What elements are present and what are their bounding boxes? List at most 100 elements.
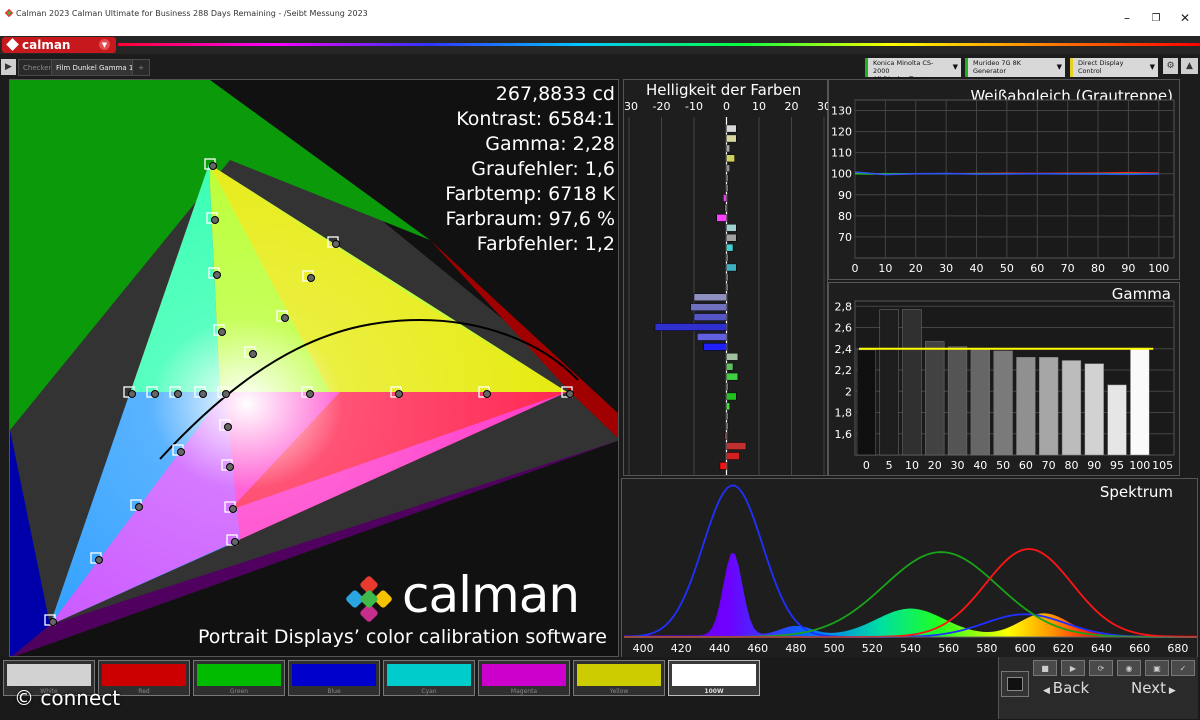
x-tick-label: 660 — [1129, 642, 1150, 655]
gamma-bar — [1107, 384, 1127, 456]
y-tick-label: 2,6 — [835, 322, 853, 335]
x-tick-label: 60 — [1030, 262, 1044, 275]
close-button[interactable]: ✕ — [1170, 6, 1200, 30]
calman-logo-icon — [346, 576, 392, 622]
y-tick-label: 2 — [845, 385, 852, 398]
y-tick-label: 1,6 — [835, 428, 853, 441]
swatch-green[interactable]: Green — [193, 660, 285, 696]
x-tick-label: 520 — [862, 642, 883, 655]
gamma-panel: Gamma 1,6 1,8 2 2,2 2,4 2,6 2,8 0 5 10 20 30 40 50 60 7… — [828, 282, 1180, 476]
y-tick-label: 2,8 — [835, 300, 853, 313]
luminance-bar — [724, 204, 727, 212]
gamma-bar — [1016, 357, 1036, 456]
device-generator[interactable]: Murideo 7G 8K Generator ▼ — [965, 58, 1065, 77]
x-tick-label: 50 — [996, 459, 1010, 472]
luminance-bar — [654, 323, 727, 331]
x-tick-label: 580 — [976, 642, 997, 655]
chevron-down-icon[interactable]: ▼ — [99, 39, 110, 50]
luminance-bar — [726, 154, 735, 163]
gamma-bar — [856, 349, 877, 456]
swatch-cyan[interactable]: Cyan — [383, 660, 475, 696]
luminance-bar — [726, 452, 740, 460]
measured-point — [211, 216, 219, 224]
swatch-label: Yellow — [609, 688, 629, 695]
white-balance-panel: Weißabgleich (Grautreppe) 70 80 90 100 110 12… — [828, 79, 1180, 280]
y-tick-label: 2,2 — [835, 364, 853, 377]
luminance-bar — [693, 293, 727, 302]
tab-active[interactable]: Film Dunkel Gamma 1 — [51, 59, 139, 76]
display-icon[interactable] — [1001, 671, 1029, 697]
luminance-bar — [726, 174, 729, 183]
swatch-magenta[interactable]: Magenta — [478, 660, 570, 696]
x-tick-label: 460 — [747, 642, 768, 655]
cie-diagram: 267,8833 cd Kontrast: 6584:1 Gamma: 2,28… — [9, 79, 619, 657]
x-tick-label: 0 — [852, 262, 859, 275]
swatch-blue[interactable]: Blue — [288, 660, 380, 696]
device-display-name: Direct Display Control — [1078, 59, 1124, 75]
y-tick-label: 130 — [831, 105, 852, 118]
device-meter[interactable]: Konica Minolta CS-2000All Display Types▼ — [865, 58, 961, 83]
calman-menu-button[interactable]: calman ▼ — [2, 37, 116, 53]
luminance-bar — [726, 273, 729, 282]
stop-icon[interactable]: ■ — [1033, 660, 1057, 676]
save-icon[interactable]: ▣ — [1145, 660, 1169, 676]
gamma-bar — [902, 309, 922, 456]
x-tick-label: 20 — [785, 100, 799, 113]
record-icon[interactable]: ◉ — [1117, 660, 1141, 676]
minimize-button[interactable]: – — [1112, 6, 1142, 30]
x-tick-label: 600 — [1015, 642, 1036, 655]
measured-point — [307, 274, 315, 282]
measured-point — [213, 271, 221, 279]
luminance-bar — [726, 402, 730, 411]
swatch-label: Blue — [327, 688, 341, 695]
swatch-label: 100W — [704, 688, 724, 695]
tab-bar: ▶ Checker Film Dunkel Gamma 1 + Konica M… — [0, 56, 1200, 83]
luminance-bar — [726, 412, 729, 421]
luminance-bar — [690, 303, 727, 312]
calman-logo-icon — [6, 38, 19, 51]
back-button[interactable]: ◀ Back — [1043, 679, 1089, 697]
chevron-down-icon[interactable]: ▼ — [953, 63, 958, 71]
y-tick-label: 70 — [838, 231, 852, 244]
ribbon: calman ▼ — [0, 36, 1200, 54]
next-button[interactable]: Next ▶ — [1131, 679, 1176, 697]
x-tick-label: 40 — [970, 262, 984, 275]
loop-icon[interactable]: ⟳ — [1089, 660, 1113, 676]
luminance-bar — [719, 462, 727, 470]
up-arrow-icon[interactable]: ▲ — [1181, 58, 1198, 74]
logo-text: calman — [22, 38, 71, 52]
restore-button[interactable]: ❐ — [1141, 6, 1171, 30]
check-icon[interactable]: ✓ — [1171, 660, 1195, 676]
x-tick-label: 400 — [633, 642, 654, 655]
x-tick-label: 60 — [1019, 459, 1033, 472]
luminance-bar — [716, 214, 727, 222]
y-tick-label: 100 — [831, 168, 852, 181]
device-display[interactable]: Direct Display Control ▼ — [1070, 58, 1158, 77]
x-tick-label: -20 — [653, 100, 671, 113]
x-tick-label: 20 — [909, 262, 923, 275]
play-arrow-icon[interactable]: ▶ — [1, 59, 16, 75]
x-tick-label: 480 — [785, 642, 806, 655]
play-icon[interactable]: ▶ — [1061, 660, 1085, 676]
add-tab-button[interactable]: + — [132, 59, 150, 76]
x-tick-label: 0 — [863, 459, 870, 472]
x-tick-label: 90 — [1121, 262, 1135, 275]
swatch-yellow[interactable]: Yellow — [573, 660, 665, 696]
y-tick-label: 1,8 — [835, 407, 853, 420]
measured-point — [209, 162, 217, 170]
measured-point — [224, 423, 232, 431]
calman-app-icon — [4, 8, 14, 18]
gear-icon[interactable]: ⚙ — [1163, 58, 1178, 74]
y-tick-label: 120 — [831, 126, 852, 139]
chevron-down-icon[interactable]: ▼ — [1150, 63, 1155, 71]
device-generator-name: Murideo 7G 8K Generator — [973, 59, 1022, 75]
x-tick-label: 70 — [1042, 459, 1056, 472]
measured-point — [306, 390, 314, 398]
luminance-bar — [697, 333, 727, 341]
swatch-color — [577, 664, 661, 686]
chevron-down-icon[interactable]: ▼ — [1057, 63, 1062, 71]
luminance-bar — [723, 194, 727, 202]
swatch-100w[interactable]: 100W — [668, 660, 760, 696]
measured-point — [218, 328, 226, 336]
luminance-bar — [703, 343, 727, 351]
